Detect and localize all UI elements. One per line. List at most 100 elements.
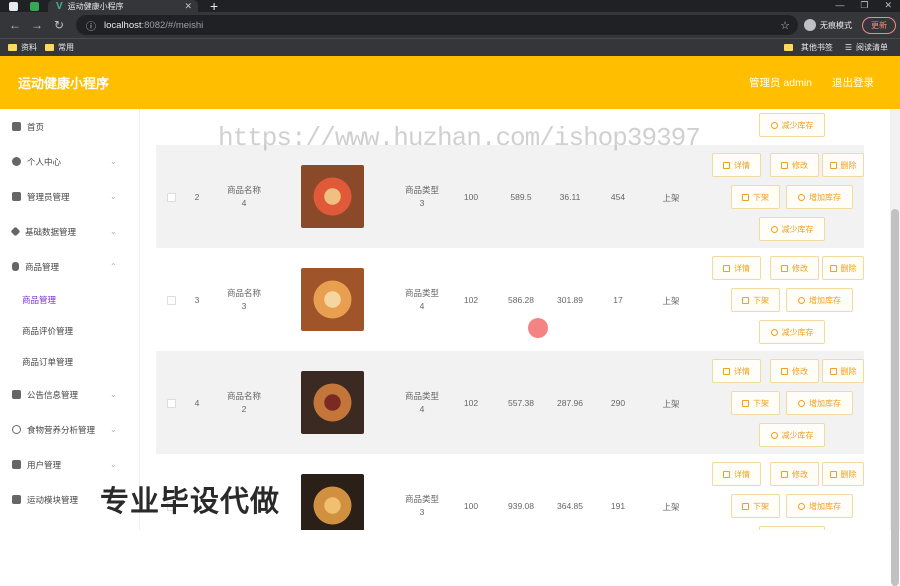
add-stock-button[interactable]: 增加库存 bbox=[786, 288, 853, 312]
page-scrollbar[interactable] bbox=[890, 109, 900, 586]
table-row: 3 商品名称 3 商品类型 4 102 586.28 301.89 17 上架 … bbox=[156, 248, 864, 351]
sidebar-item-nutrition[interactable]: 食物营养分析管理 ⌄ bbox=[0, 412, 139, 447]
cursor-highlight bbox=[528, 318, 548, 338]
bookmark-star-icon[interactable]: ☆ bbox=[780, 19, 790, 32]
reduce-stock-button[interactable]: 减少库存 bbox=[759, 526, 825, 530]
delete-button[interactable]: 删除 bbox=[822, 462, 864, 486]
tab-title: 运动健康小程序 bbox=[67, 1, 124, 11]
bag-icon bbox=[12, 390, 21, 399]
update-button[interactable]: 更新 bbox=[862, 16, 896, 34]
reduce-stock-button[interactable]: 减少库存 bbox=[759, 217, 825, 241]
document-icon bbox=[723, 367, 730, 375]
vue-icon: V bbox=[56, 0, 63, 12]
back-icon[interactable]: ← bbox=[8, 18, 22, 32]
off-shelf-button[interactable]: 下架 bbox=[731, 391, 780, 415]
reading-list[interactable]: 阅读清单 bbox=[856, 42, 888, 53]
edit-button[interactable]: 修改 bbox=[770, 359, 819, 383]
browser-logo-icon bbox=[9, 1, 18, 11]
pencil-icon bbox=[781, 470, 788, 478]
delete-button[interactable]: 删除 bbox=[822, 256, 864, 280]
off-shelf-button[interactable]: 下架 bbox=[731, 288, 780, 312]
chevron-up-icon: ⌃ bbox=[110, 262, 117, 271]
off-shelf-button[interactable]: 下架 bbox=[731, 185, 780, 209]
site-info-icon[interactable]: ⓘ bbox=[86, 18, 96, 33]
folder-icon bbox=[8, 44, 17, 51]
goods-type: 商品类型 3 bbox=[404, 494, 439, 517]
row-checkbox[interactable] bbox=[167, 193, 176, 202]
sidebar-item-profile[interactable]: 个人中心 ⌄ bbox=[0, 144, 139, 179]
goods-status: 上架 bbox=[662, 296, 680, 306]
bookmark-folder[interactable]: 资料 bbox=[21, 42, 37, 53]
main-content: 减少库存 2 商品名称 4 商品类型 3 100 589.5 36.11 454… bbox=[140, 109, 890, 530]
minimize-icon[interactable]: — bbox=[835, 0, 844, 11]
restore-icon[interactable]: ❐ bbox=[860, 0, 868, 11]
scrollbar-thumb[interactable] bbox=[891, 209, 899, 586]
table-row: 2 商品名称 4 商品类型 3 100 589.5 36.11 454 上架 详… bbox=[156, 145, 864, 248]
close-window-icon[interactable]: ✕ bbox=[884, 0, 892, 11]
detail-button[interactable]: 详情 bbox=[712, 462, 761, 486]
edit-button[interactable]: 修改 bbox=[770, 153, 819, 177]
sidebar-item-notice[interactable]: 公告信息管理 ⌄ bbox=[0, 377, 139, 412]
delete-button[interactable]: 删除 bbox=[822, 359, 864, 383]
goods-field-4: 454 bbox=[610, 192, 626, 202]
reduce-stock-button[interactable]: 减少库存 bbox=[759, 113, 825, 137]
document-icon bbox=[742, 296, 749, 304]
chat-icon bbox=[12, 460, 21, 469]
detail-button[interactable]: 详情 bbox=[712, 256, 761, 280]
detail-button[interactable]: 详情 bbox=[712, 359, 761, 383]
goods-type: 商品类型 3 bbox=[404, 185, 439, 208]
window-controls: — ❐ ✕ bbox=[835, 0, 892, 11]
edit-button[interactable]: 修改 bbox=[770, 256, 819, 280]
goods-field-4: 17 bbox=[613, 295, 623, 305]
sidebar-item-users[interactable]: 用户管理 ⌄ bbox=[0, 447, 139, 482]
other-bookmarks[interactable]: 其他书签 bbox=[801, 42, 833, 53]
edit-button[interactable]: 修改 bbox=[770, 462, 819, 486]
goods-name: 商品名称 3 bbox=[226, 288, 261, 311]
document-icon bbox=[742, 502, 749, 510]
sidebar-item-basedata[interactable]: 基础数据管理 ⌄ bbox=[0, 214, 139, 249]
row-checkbox[interactable] bbox=[167, 296, 176, 305]
add-stock-button[interactable]: 增加库存 bbox=[786, 391, 853, 415]
bookmark-folder[interactable]: 常用 bbox=[58, 42, 74, 53]
goods-status: 上架 bbox=[662, 502, 680, 512]
add-stock-button[interactable]: 增加库存 bbox=[786, 185, 853, 209]
submenu-goods-manage[interactable]: 商品管理 bbox=[0, 284, 139, 315]
sidebar-item-home[interactable]: 首页 bbox=[0, 109, 139, 144]
logout-link[interactable]: 退出登录 bbox=[832, 75, 874, 90]
row-checkbox[interactable] bbox=[167, 399, 176, 408]
submenu-goods-order[interactable]: 商品订单管理 bbox=[0, 346, 139, 377]
close-tab-icon[interactable]: ✕ bbox=[184, 1, 192, 12]
row-index: 2 bbox=[194, 192, 200, 202]
delete-button[interactable]: 删除 bbox=[822, 153, 864, 177]
off-shelf-button[interactable]: 下架 bbox=[731, 494, 780, 518]
pinned-tab-icon[interactable] bbox=[30, 1, 39, 11]
chevron-down-icon: ⌄ bbox=[110, 192, 117, 201]
reading-list-icon: ☰ bbox=[844, 43, 852, 52]
goods-field-1: 100 bbox=[463, 192, 479, 202]
active-tab[interactable]: V 运动健康小程序 ✕ bbox=[48, 0, 198, 12]
reload-icon[interactable]: ↻ bbox=[52, 18, 66, 32]
sidebar-item-goods[interactable]: 商品管理 ⌃ bbox=[0, 249, 139, 284]
goods-field-2: 589.5 bbox=[510, 192, 532, 202]
row-index: 4 bbox=[194, 398, 200, 408]
submenu-goods-review[interactable]: 商品评价管理 bbox=[0, 315, 139, 346]
goods-type: 商品类型 4 bbox=[404, 288, 439, 311]
forward-icon[interactable]: → bbox=[30, 18, 44, 32]
omnibox[interactable]: ⓘ localhost :8082/#/meishi ☆ bbox=[76, 15, 798, 35]
reduce-stock-button[interactable]: 减少库存 bbox=[759, 320, 825, 344]
add-stock-button[interactable]: 增加库存 bbox=[786, 494, 853, 518]
sidebar-item-admins[interactable]: 管理员管理 ⌄ bbox=[0, 179, 139, 214]
document-icon bbox=[723, 161, 730, 169]
chevron-down-icon: ⌄ bbox=[110, 157, 117, 166]
current-user: 管理员 admin bbox=[748, 77, 812, 89]
detail-button[interactable]: 详情 bbox=[712, 153, 761, 177]
chevron-down-icon: ⌄ bbox=[110, 425, 117, 434]
user-icon bbox=[12, 157, 21, 166]
incognito-indicator[interactable]: 无痕模式 bbox=[804, 19, 852, 31]
submenu-label: 商品订单管理 bbox=[22, 356, 74, 367]
reduce-stock-button[interactable]: 减少库存 bbox=[759, 423, 825, 447]
goods-name: 商品名称 4 bbox=[226, 185, 261, 208]
incognito-icon bbox=[804, 19, 816, 31]
goods-field-3: 301.89 bbox=[557, 295, 583, 305]
chevron-down-icon: ⌄ bbox=[110, 460, 117, 469]
